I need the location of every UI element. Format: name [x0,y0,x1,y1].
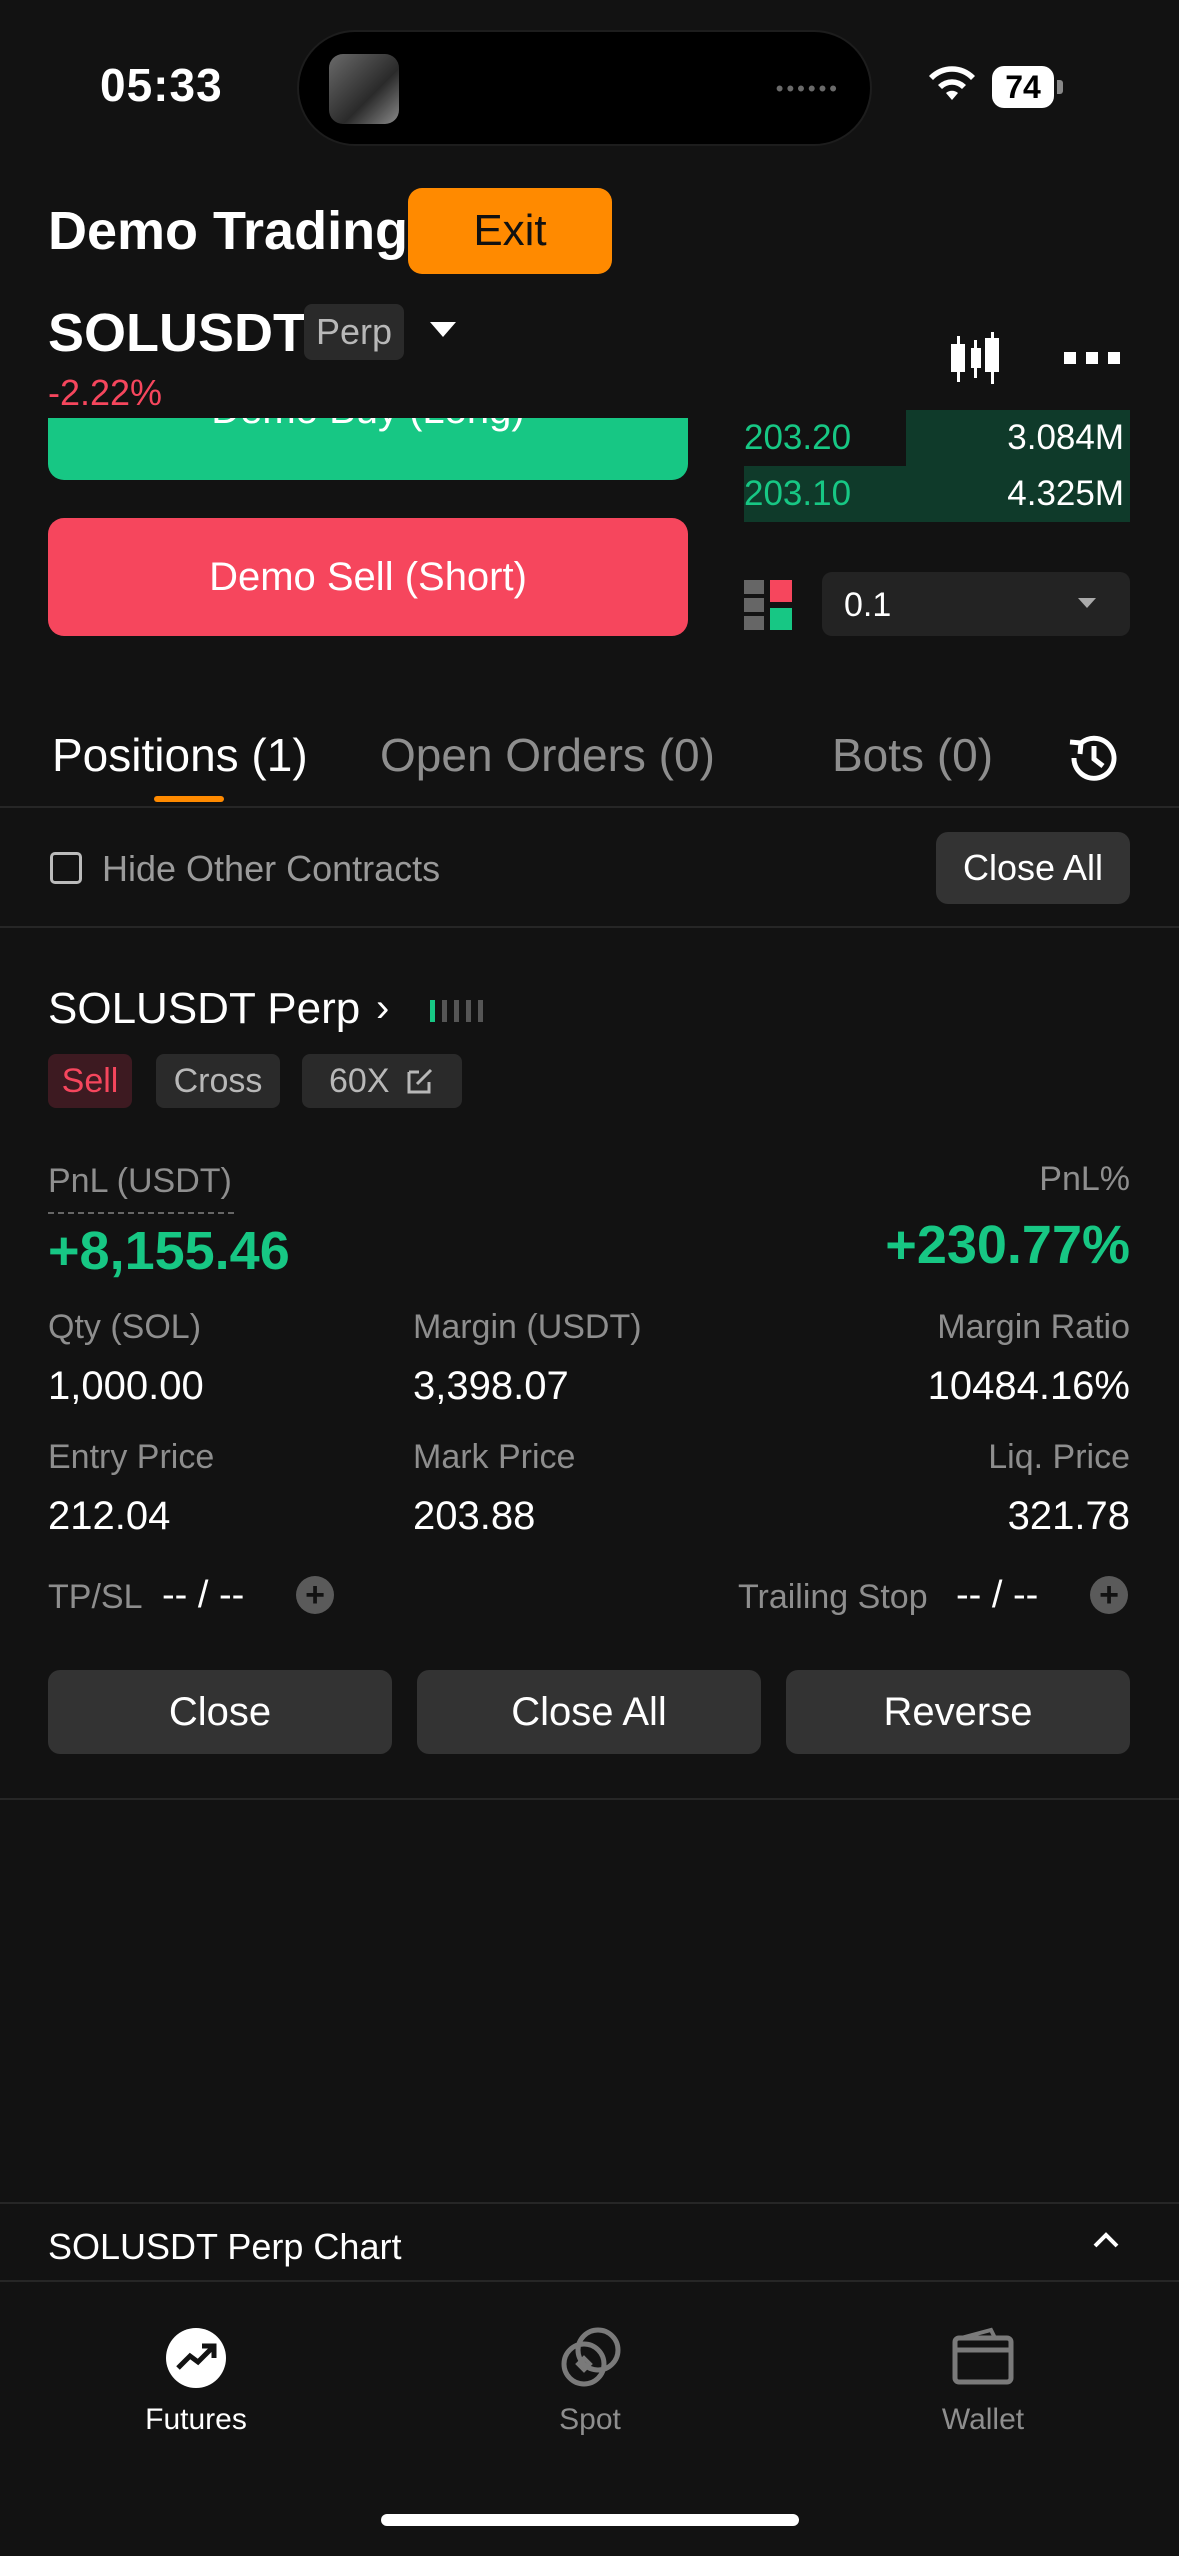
book-price: 203.10 [744,474,852,513]
leverage-badge[interactable]: 60X [302,1054,462,1108]
divider [0,2202,1179,2204]
hide-other-contracts-label[interactable]: Hide Other Contracts [102,848,440,890]
margin-ratio-value: 10484.16% [927,1364,1130,1408]
position-title[interactable]: SOLUSDT Perp [48,984,360,1034]
nav-label: Futures [145,2403,247,2436]
status-time: 05:33 [100,59,223,111]
chart-panel-title[interactable]: SOLUSDT Perp Chart [48,2226,401,2268]
leverage-value: 60X [329,1062,390,1100]
nav-label: Spot [559,2403,621,2436]
precision-value: 0.1 [844,586,892,624]
demo-sell-button[interactable]: Demo Sell (Short) [48,518,688,636]
pnl-label-underline [48,1212,234,1214]
instrument-dropdown-icon[interactable] [430,322,456,337]
exit-demo-button[interactable]: Exit [408,188,612,274]
nav-futures[interactable]: Futures [96,2326,296,2437]
pnl-percent-value: +230.77% [885,1215,1130,1275]
margin-value: 3,398.07 [413,1364,569,1408]
margin-label: Margin (USDT) [413,1308,642,1346]
precision-select[interactable]: 0.1 [822,572,1130,636]
chevron-down-icon [1078,598,1096,608]
now-playing-thumbnail [329,54,399,124]
nav-spot[interactable]: Spot [490,2326,690,2437]
more-options-icon[interactable] [1064,350,1122,366]
active-tab-indicator [154,796,224,802]
page-title: Demo Trading [48,201,409,261]
dynamic-island[interactable]: •••••• [297,30,872,146]
edit-icon [407,1068,433,1094]
hide-other-contracts-checkbox[interactable] [50,852,82,884]
mark-price-value: 203.88 [413,1494,536,1538]
wallet-icon [952,2327,1014,2385]
order-book-row[interactable]: 203.20 3.084M [744,410,1130,466]
adl-indicator-icon [430,1000,483,1022]
add-trailing-stop-icon[interactable]: + [1090,1576,1128,1614]
pnl-value: +8,155.46 [48,1221,290,1281]
tab-open-orders[interactable]: Open Orders (0) [380,728,715,782]
demo-buy-label: Demo Buy (Long) [48,418,688,433]
home-indicator[interactable] [381,2514,799,2526]
divider [0,806,1179,808]
history-icon[interactable] [1064,728,1124,788]
tpsl-label: TP/SL [48,1578,143,1616]
instrument-type-tag: Perp [304,304,404,360]
qty-label: Qty (SOL) [48,1308,202,1346]
tab-positions[interactable]: Positions (1) [52,728,308,782]
demo-buy-button[interactable]: Demo Buy (Long) [48,418,688,480]
close-all-button[interactable]: Close All [417,1670,761,1754]
nav-wallet[interactable]: Wallet [883,2326,1083,2437]
chevron-up-icon[interactable] [1092,2230,1120,2250]
qty-value: 1,000.00 [48,1364,204,1408]
candlestick-chart-icon[interactable] [944,330,1006,390]
trailing-stop-label: Trailing Stop [738,1578,928,1616]
book-price: 203.20 [744,418,852,457]
pnl-label[interactable]: PnL (USDT) [48,1162,232,1201]
battery-tip [1057,80,1063,94]
pnl-percent-label: PnL% [1039,1160,1130,1198]
margin-ratio-label: Margin Ratio [937,1308,1130,1346]
mark-price-label: Mark Price [413,1438,576,1476]
add-tpsl-icon[interactable]: + [296,1576,334,1614]
margin-mode-badge: Cross [156,1054,280,1108]
entry-price-value: 212.04 [48,1494,171,1538]
book-quantity: 3.084M [1007,418,1124,457]
divider [0,926,1179,928]
close-all-positions-button[interactable]: Close All [936,832,1130,904]
liq-price-label: Liq. Price [988,1438,1130,1476]
price-change: -2.22% [48,372,163,413]
tab-bots[interactable]: Bots (0) [832,728,993,782]
futures-icon [166,2328,226,2388]
divider [0,1798,1179,1800]
liq-price-value: 321.78 [1007,1494,1130,1538]
reverse-position-button[interactable]: Reverse [786,1670,1130,1754]
tpsl-value: -- / -- [162,1574,245,1616]
order-book-layout-icon[interactable] [744,580,794,630]
entry-price-label: Entry Price [48,1438,215,1476]
book-quantity: 4.325M [1007,474,1124,513]
nav-label: Wallet [941,2403,1025,2436]
divider [0,2280,1179,2282]
trailing-stop-value: -- / -- [956,1574,1039,1616]
island-dots-icon: •••••• [775,76,840,101]
chevron-right-icon[interactable]: › [376,986,389,1031]
wifi-icon [929,66,975,100]
close-position-button[interactable]: Close [48,1670,392,1754]
order-book-row[interactable]: 203.10 4.325M [744,466,1130,522]
spot-icon [561,2327,621,2387]
instrument-symbol[interactable]: SOLUSDT [48,302,306,364]
battery-level: 74 [992,66,1054,108]
side-badge: Sell [48,1054,132,1108]
